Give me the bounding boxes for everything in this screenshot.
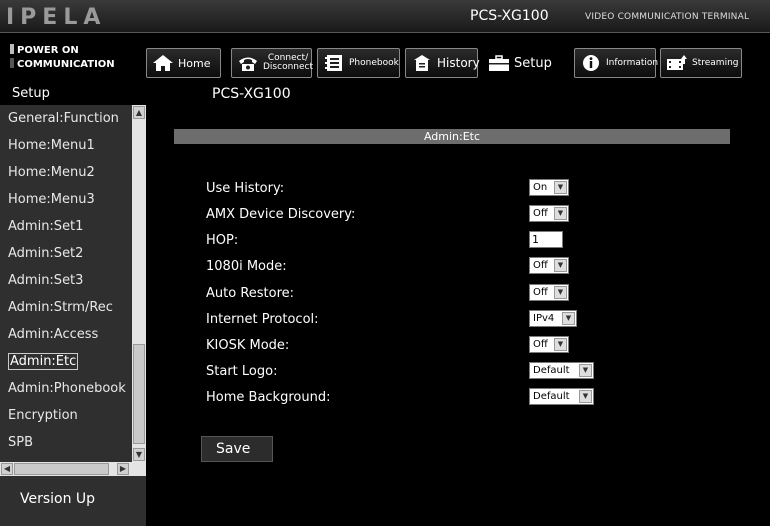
chevron-down-icon: ▼ [554, 286, 567, 299]
vertical-scroll-thumb[interactable] [133, 344, 145, 444]
chevron-down-icon: ▼ [554, 259, 567, 272]
home-button[interactable]: Home [146, 48, 221, 78]
page-title: PCS-XG100 [212, 86, 291, 102]
setting-row-home-background: Home Background: Default ▼ [206, 388, 626, 408]
nav-bar: POWER ON COMMUNICATION Home Connect/Disc… [0, 34, 770, 86]
sidebar-item-admin-set2[interactable]: Admin:Set2 [0, 240, 132, 267]
phonebook-button[interactable]: Phonebook [317, 48, 400, 78]
scrollbar-corner [132, 462, 146, 476]
amx-device-discovery-select[interactable]: Off ▼ [529, 205, 569, 222]
title-bar: IPELA PCS-XG100 VIDEO COMMUNICATION TERM… [0, 0, 770, 33]
sidebar-item-home-menu2[interactable]: Home:Menu2 [0, 159, 132, 186]
sidebar-item-admin-phonebook[interactable]: Admin:Phonebook [0, 375, 132, 402]
1080i-mode-select[interactable]: Off ▼ [529, 257, 569, 274]
internet-protocol-select[interactable]: IPv4 ▼ [529, 310, 577, 327]
disconnect-label: Disconnect [263, 62, 313, 72]
setting-row-kiosk-mode: KIOSK Mode: Off ▼ [206, 336, 626, 356]
use-history-select[interactable]: On ▼ [529, 179, 569, 196]
setting-row-1080i-mode: 1080i Mode: Off ▼ [206, 257, 626, 277]
sidebar-list[interactable]: General:Function Home:Menu1 Home:Menu2 H… [0, 105, 132, 462]
setting-row-internet-protocol: Internet Protocol: IPv4 ▼ [206, 310, 626, 330]
chevron-down-icon: ▼ [579, 390, 592, 403]
setting-label: 1080i Mode: [206, 259, 287, 274]
scroll-up-icon[interactable]: ▲ [133, 106, 145, 119]
status-indicators: POWER ON COMMUNICATION [10, 44, 115, 72]
sidebar-item-admin-strm-rec[interactable]: Admin:Strm/Rec [0, 294, 132, 321]
setting-row-amx-device-discovery: AMX Device Discovery: Off ▼ [206, 205, 626, 225]
streaming-button[interactable]: Streaming [660, 48, 742, 78]
version-up-link[interactable]: Version Up [20, 491, 95, 507]
setting-label: Use History: [206, 181, 285, 196]
information-button[interactable]: Information [574, 48, 658, 78]
phone-icon [237, 54, 259, 72]
sidebar-item-home-menu1[interactable]: Home:Menu1 [0, 132, 132, 159]
chevron-down-icon: ▼ [554, 207, 567, 220]
auto-restore-select[interactable]: Off ▼ [529, 284, 569, 301]
toolbox-icon [488, 54, 510, 72]
sidebar-item-admin-etc[interactable]: Admin:Etc [0, 348, 132, 375]
scroll-down-icon[interactable]: ▼ [133, 448, 145, 461]
save-button[interactable]: Save [201, 436, 273, 462]
horizontal-scroll-thumb[interactable] [14, 463, 109, 475]
setting-label: Home Background: [206, 390, 331, 405]
setting-label: AMX Device Discovery: [206, 207, 356, 222]
history-button[interactable]: History [405, 48, 480, 78]
chevron-down-icon: ▼ [562, 312, 575, 325]
setting-row-auto-restore: Auto Restore: Off ▼ [206, 284, 626, 304]
sidebar-item-admin-set3[interactable]: Admin:Set3 [0, 267, 132, 294]
chevron-down-icon: ▼ [579, 364, 592, 377]
setup-button[interactable]: Setup [482, 48, 562, 78]
section-label: Setup [12, 86, 50, 101]
setting-row-use-history: Use History: On ▼ [206, 179, 626, 199]
sidebar: General:Function Home:Menu1 Home:Menu2 H… [0, 105, 146, 526]
communication-status: COMMUNICATION [10, 58, 115, 72]
home-background-select[interactable]: Default ▼ [529, 388, 594, 405]
sidebar-item-general-function[interactable]: General:Function [0, 105, 132, 132]
setting-label: Auto Restore: [206, 286, 295, 301]
setting-label: HOP: [206, 233, 239, 248]
sidebar-item-encryption[interactable]: Encryption [0, 402, 132, 429]
setting-label: Internet Protocol: [206, 312, 319, 327]
ipela-logo: IPELA [6, 5, 107, 30]
sidebar-item-spb[interactable]: SPB [0, 429, 132, 456]
model-label: PCS-XG100 [470, 8, 549, 24]
terminal-label: VIDEO COMMUNICATION TERMINAL [585, 12, 750, 22]
film-icon [666, 54, 688, 72]
communication-led-icon [10, 58, 14, 68]
kiosk-mode-select[interactable]: Off ▼ [529, 336, 569, 353]
sidebar-item-admin-access[interactable]: Admin:Access [0, 321, 132, 348]
history-icon [411, 54, 433, 72]
scroll-left-icon[interactable]: ◀ [1, 463, 13, 475]
start-logo-select[interactable]: Default ▼ [529, 362, 594, 379]
sidebar-horizontal-scrollbar[interactable]: ◀ ▶ [0, 462, 132, 476]
connect-disconnect-button[interactable]: Connect/Disconnect [231, 48, 313, 78]
scroll-right-icon[interactable]: ▶ [117, 463, 129, 475]
setting-row-hop: HOP: 1 [206, 231, 626, 251]
setting-label: KIOSK Mode: [206, 338, 290, 353]
sidebar-vertical-scrollbar[interactable]: ▲ ▼ [132, 105, 146, 462]
power-led-icon [10, 44, 14, 54]
hop-input[interactable]: 1 [529, 231, 563, 248]
setting-row-start-logo: Start Logo: Default ▼ [206, 362, 626, 382]
sidebar-item-admin-set1[interactable]: Admin:Set1 [0, 213, 132, 240]
sidebar-item-home-menu3[interactable]: Home:Menu3 [0, 186, 132, 213]
section-header: Admin:Etc [174, 129, 730, 144]
setting-label: Start Logo: [206, 364, 278, 379]
power-status: POWER ON [10, 44, 115, 58]
info-icon [580, 54, 602, 72]
home-icon [152, 54, 174, 72]
chevron-down-icon: ▼ [554, 181, 567, 194]
phonebook-icon [323, 54, 345, 72]
chevron-down-icon: ▼ [554, 338, 567, 351]
